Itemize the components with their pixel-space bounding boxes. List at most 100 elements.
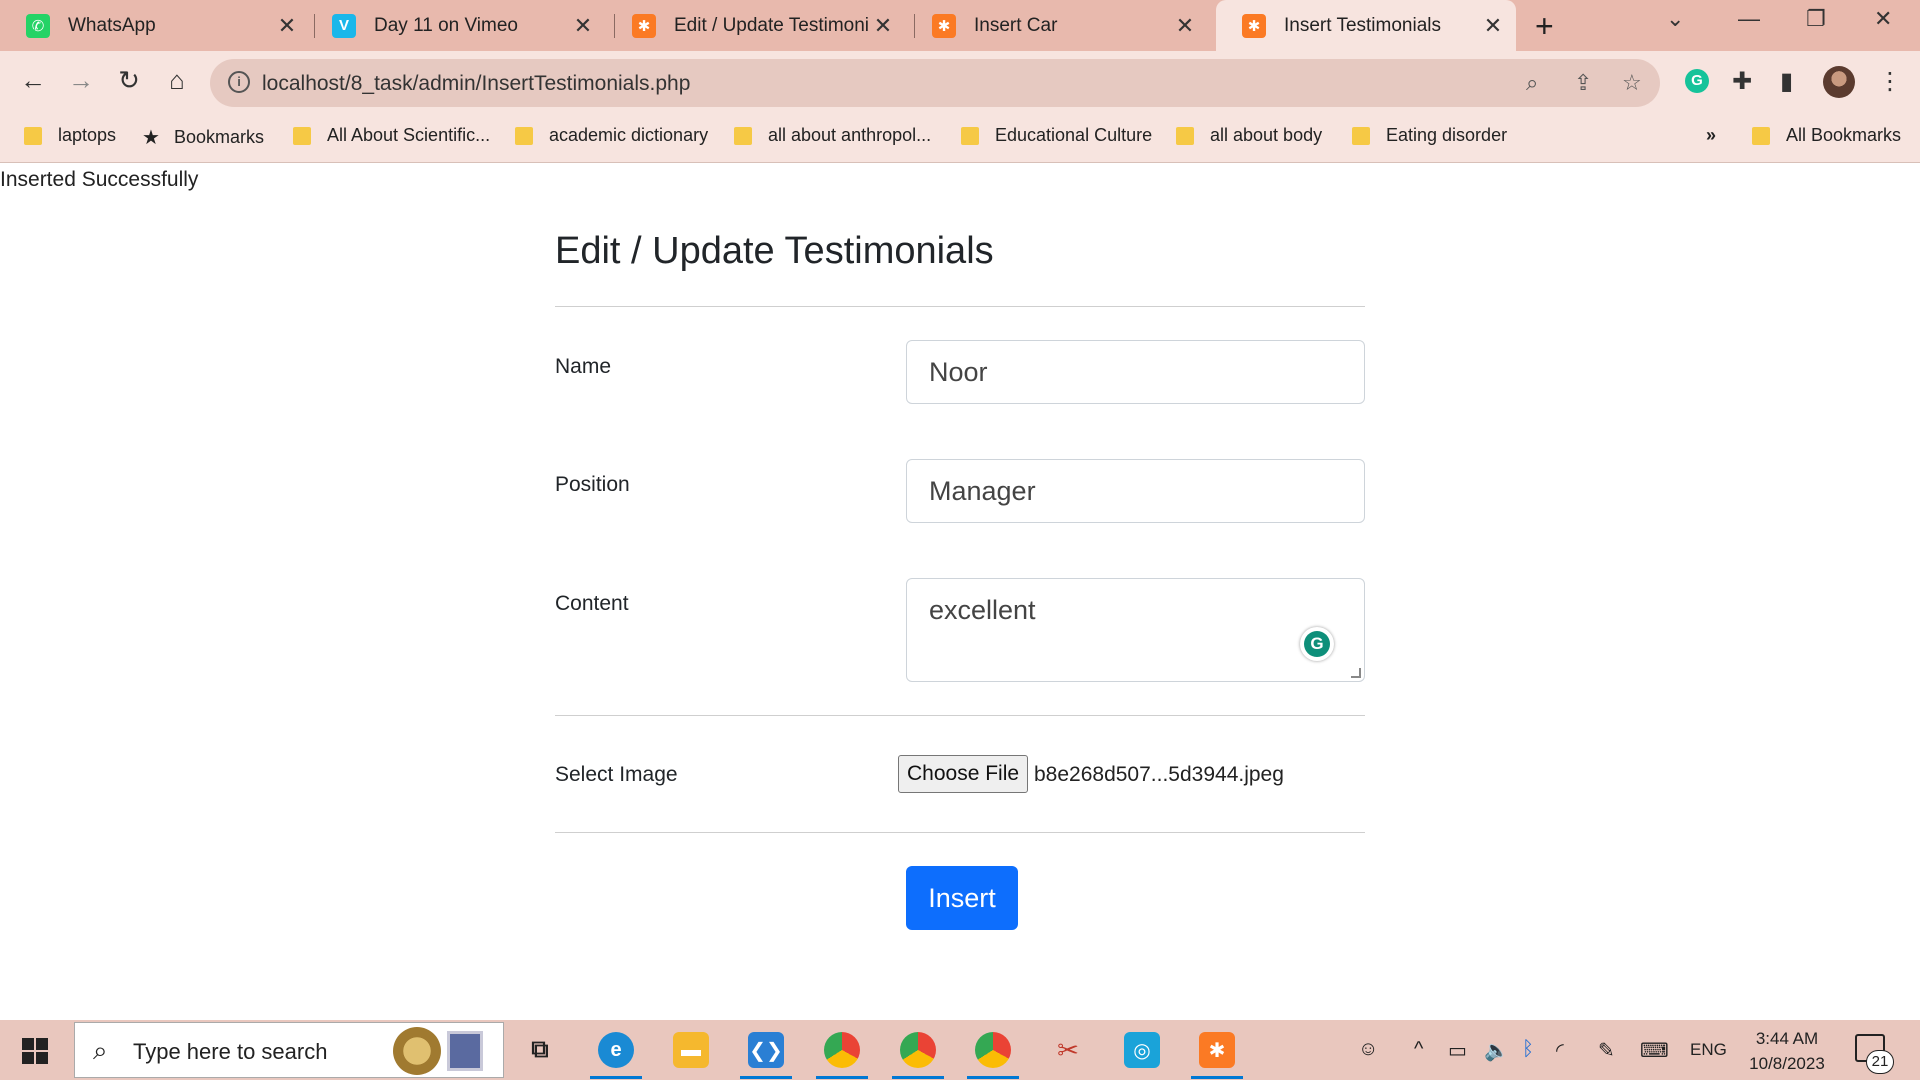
battery-icon[interactable]: ▭ [1448, 1038, 1467, 1063]
divider [555, 832, 1365, 833]
zoom-icon[interactable]: ⌕ [1526, 70, 1538, 96]
bookmark-eating-disorder[interactable]: Eating disorder [1352, 125, 1507, 146]
windows-start-icon[interactable] [22, 1038, 48, 1064]
bluetooth-icon[interactable]: ᛒ [1522, 1038, 1534, 1061]
bookmark-label: Bookmarks [173, 127, 264, 147]
xampp-icon: ✱ [632, 13, 656, 38]
forward-icon[interactable]: → [64, 65, 98, 96]
bookmark-all-bookmarks[interactable]: All Bookmarks [1752, 125, 1901, 146]
url-text[interactable]: localhost/8_task/admin/InsertTestimonial… [262, 72, 690, 96]
close-icon[interactable]: ✕ [1170, 13, 1200, 39]
position-input[interactable]: Manager [906, 459, 1365, 523]
tab-edit-update-testimonials[interactable]: ✱ Edit / Update Testimonials ✕ [606, 0, 906, 51]
whatsapp-icon: ✆ [26, 13, 50, 38]
bookmark-label: Eating disorder [1386, 125, 1508, 145]
active-indicator [740, 1076, 792, 1079]
choose-file-button[interactable]: Choose File [898, 755, 1029, 793]
close-icon[interactable]: ✕ [868, 13, 898, 39]
home-icon[interactable]: ⌂ [160, 65, 194, 96]
bookmark-label: All About Scientific... [327, 125, 491, 145]
folder-icon [293, 126, 311, 145]
success-message: Inserted Successfully [0, 168, 199, 191]
bookmark-all-about-anthropol[interactable]: all about anthropol... [734, 125, 931, 146]
bookmark-label: Educational Culture [995, 125, 1153, 145]
active-indicator [816, 1076, 868, 1079]
close-icon[interactable]: ✕ [1478, 13, 1508, 39]
wifi-icon[interactable]: ◜ [1556, 1038, 1564, 1063]
volume-icon[interactable]: 🔈 [1484, 1038, 1509, 1063]
bookmark-educational-culture[interactable]: Educational Culture [961, 125, 1152, 146]
side-panel-icon[interactable]: ▮ [1780, 67, 1793, 96]
bookmark-label: all about anthropol... [768, 125, 932, 145]
menu-icon[interactable]: ⋮ [1878, 67, 1902, 96]
keyboard-icon[interactable]: ⌨ [1640, 1038, 1669, 1063]
bookmark-bookmarks[interactable]: ★ Bookmarks [142, 125, 264, 150]
profile-avatar[interactable] [1823, 66, 1855, 98]
bookmarks-overflow-button[interactable]: » [1706, 125, 1716, 146]
folder-icon [734, 126, 752, 145]
xampp-icon[interactable]: ✱ [1199, 1032, 1235, 1068]
vscode-icon[interactable]: ❮❯ [748, 1032, 784, 1068]
insert-button[interactable]: Insert [906, 866, 1018, 930]
resize-handle[interactable] [1351, 668, 1361, 678]
grammarly-extension-icon[interactable]: G [1685, 69, 1709, 93]
site-info-icon[interactable]: i [228, 71, 250, 93]
close-icon[interactable]: ✕ [568, 13, 598, 39]
back-icon[interactable]: ← [16, 65, 50, 96]
tab-insert-car[interactable]: ✱ Insert Car ✕ [906, 0, 1208, 51]
minimize-icon[interactable]: — [1738, 6, 1760, 32]
bookmarks-bar: laptops ★ Bookmarks All About Scientific.… [0, 113, 1920, 163]
snipping-tool-icon[interactable]: ✂ [1050, 1032, 1086, 1068]
content-label: Content [555, 592, 629, 615]
share-icon[interactable]: ⇪ [1574, 70, 1592, 96]
app-icon[interactable]: ◎ [1124, 1032, 1160, 1068]
bookmark-academic-dictionary[interactable]: academic dictionary [515, 125, 708, 146]
search-placeholder: Type here to search [133, 1039, 328, 1064]
taskbar: ⌕ Type here to search ⧉ e ▬ ❮❯ ✂ ◎ ✱ ☺ ^… [0, 1020, 1920, 1080]
pen-icon[interactable]: ✎ [1598, 1038, 1615, 1063]
notification-count-badge: 21 [1866, 1050, 1894, 1074]
file-explorer-icon[interactable]: ▬ [673, 1032, 709, 1068]
search-icon: ⌕ [93, 1035, 108, 1065]
bookmark-all-about-body[interactable]: all about body [1176, 125, 1322, 146]
chrome-icon[interactable] [975, 1032, 1011, 1068]
xampp-icon: ✱ [932, 13, 956, 38]
taskbar-search[interactable]: ⌕ Type here to search [74, 1022, 504, 1078]
vimeo-icon: V [332, 13, 356, 38]
name-input[interactable]: Noor [906, 340, 1365, 404]
tab-title: Insert Testimonials [1284, 14, 1441, 36]
chrome-icon[interactable] [900, 1032, 936, 1068]
bookmark-all-about-scientific[interactable]: All About Scientific... [293, 125, 490, 146]
star-icon: ★ [142, 127, 160, 149]
tab-strip: ✆ WhatsApp ✕ V Day 11 on Vimeo ✕ ✱ Edit … [0, 0, 1920, 51]
tab-vimeo[interactable]: V Day 11 on Vimeo ✕ [306, 0, 606, 51]
content-textarea[interactable]: excellent G [906, 578, 1365, 682]
chrome-icon[interactable] [824, 1032, 860, 1068]
new-tab-button[interactable]: + [1535, 8, 1554, 45]
extensions-icon[interactable]: ✚ [1732, 67, 1752, 96]
reload-icon[interactable]: ↻ [112, 65, 146, 96]
tab-insert-testimonials[interactable]: ✱ Insert Testimonials ✕ [1216, 0, 1516, 51]
tab-whatsapp[interactable]: ✆ WhatsApp ✕ [0, 0, 310, 51]
bookmark-laptops[interactable]: laptops [24, 125, 116, 146]
tab-title: WhatsApp [68, 14, 156, 36]
language-indicator[interactable]: ENG [1690, 1040, 1727, 1060]
clock[interactable]: 3:44 AM 10/8/2023 [1745, 1026, 1829, 1076]
position-label: Position [555, 473, 630, 496]
bookmark-star-icon[interactable]: ☆ [1622, 70, 1642, 96]
edge-icon[interactable]: e [598, 1032, 634, 1068]
people-icon[interactable]: ☺ [1358, 1038, 1378, 1061]
active-indicator [967, 1076, 1019, 1079]
address-bar[interactable]: i localhost/8_task/admin/InsertTestimoni… [210, 59, 1660, 107]
grammarly-icon[interactable]: G [1300, 627, 1334, 661]
close-icon[interactable]: ✕ [272, 13, 302, 39]
folder-icon [1176, 126, 1194, 145]
close-window-icon[interactable]: ✕ [1874, 6, 1892, 32]
restore-icon[interactable]: ❐ [1806, 6, 1826, 32]
show-hidden-icons[interactable]: ^ [1414, 1038, 1423, 1061]
browser-toolbar: ← → ↻ ⌂ i localhost/8_task/admin/InsertT… [0, 51, 1920, 113]
task-view-icon[interactable]: ⧉ [522, 1032, 558, 1068]
folder-icon [515, 126, 533, 145]
tab-search-icon[interactable]: ⌄ [1666, 6, 1684, 32]
xampp-icon: ✱ [1242, 13, 1266, 38]
